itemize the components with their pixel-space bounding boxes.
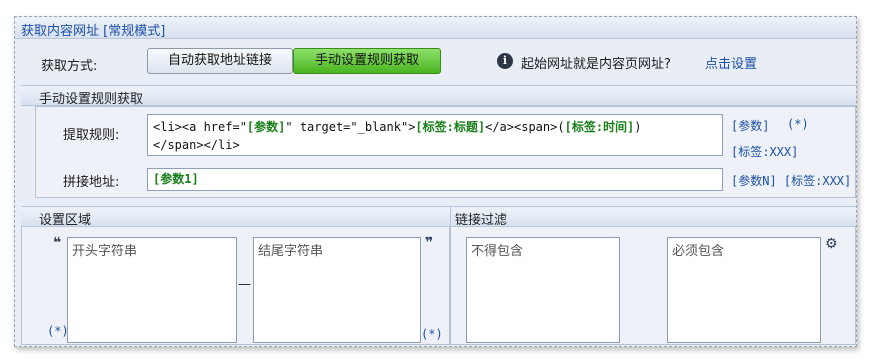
rule-textarea[interactable]: <li><a href="[参数]" target="_blank">[标签:标… [147, 114, 723, 156]
rule-text-part: <li><a href=" [153, 120, 247, 134]
close-quote-icon: ❞ [425, 235, 434, 251]
insert-join-tokens[interactable]: [参数N] [标签:XXX] [731, 172, 851, 189]
join-label: 拼接地址: [63, 175, 120, 190]
insert-tag-token[interactable]: [标签:XXX] [731, 143, 798, 160]
click-settings-link[interactable]: 点击设置 [705, 53, 757, 72]
manual-section-title: 手动设置规则获取 [39, 92, 144, 107]
rule-param-token: [参数] [246, 120, 286, 134]
info-icon: i [497, 53, 513, 69]
region-title: 设置区域 [39, 213, 92, 228]
panel-title: 获取内容网址 [常规模式] [21, 24, 166, 39]
join-url-value: [参数1] [153, 172, 199, 186]
rule-text-part: </a><span>( [485, 120, 565, 134]
auto-fetch-button[interactable]: 自动获取地址链接 [147, 48, 293, 74]
start-string-input[interactable]: 开头字符串 [67, 237, 237, 343]
fetch-mode-label: 获取方式: [41, 59, 98, 74]
filter-header: 链接过滤 [450, 206, 856, 228]
info-text: 起始网址就是内容页网址? [521, 57, 671, 72]
end-wildcard-token[interactable]: (*) [421, 327, 443, 341]
exclude-input[interactable]: 不得包含 [466, 237, 620, 343]
open-quote-icon: ❝ [53, 235, 62, 251]
manual-rule-button[interactable]: 手动设置规则获取 [293, 48, 441, 74]
manual-section-header: 手动设置规则获取 [21, 85, 856, 107]
insert-param-token[interactable]: [参数] [731, 117, 769, 134]
rule-title-tag: [标签:标题] [415, 120, 486, 134]
insert-wildcard-token[interactable]: (*) [787, 117, 809, 131]
rule-text-part: " target="_blank"> [285, 120, 416, 134]
rule-time-tag: [标签:时间] [564, 120, 635, 134]
panel-header: 获取内容网址 [常规模式] [15, 17, 856, 39]
content-url-panel: 获取内容网址 [常规模式] 获取方式: 自动获取地址链接 手动设置规则获取 i … [14, 16, 857, 347]
rule-text-part: ) [634, 120, 642, 134]
end-string-input[interactable]: 结尾字符串 [253, 237, 421, 343]
include-input[interactable]: 必须包含 [667, 237, 821, 343]
start-wildcard-token[interactable]: (*) [47, 324, 69, 338]
join-url-input[interactable]: [参数1] [147, 168, 723, 191]
region-header: 设置区域 [21, 206, 450, 228]
range-dash: — [238, 277, 251, 292]
gear-icon[interactable]: ⚙ [825, 236, 838, 252]
filter-title: 链接过滤 [455, 213, 508, 228]
rule-label: 提取规则: [63, 128, 120, 143]
rule-text-line2: </span></li> [153, 138, 240, 152]
